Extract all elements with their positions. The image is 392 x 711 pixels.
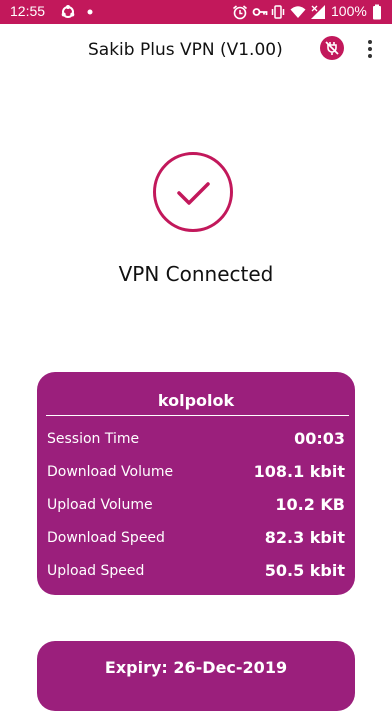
stat-value: 82.3 kbit xyxy=(264,528,345,547)
stat-label: Upload Volume xyxy=(47,497,153,513)
disconnect-icon xyxy=(325,41,339,55)
server-name: kolpolok xyxy=(157,391,235,410)
stat-value: 108.1 kbit xyxy=(253,462,345,481)
vpn-key-icon xyxy=(252,8,268,16)
connection-status: VPN Connected xyxy=(118,262,274,286)
expiry-card: Expiry: 26-Dec-2019 xyxy=(37,641,355,711)
dot-icon xyxy=(87,9,93,15)
stat-label: Download Speed xyxy=(47,530,165,546)
wifi-icon xyxy=(290,6,306,18)
more-vert-icon xyxy=(368,40,372,44)
stat-value: 50.5 kbit xyxy=(264,561,345,580)
signal-icon xyxy=(311,5,325,19)
checkmark-icon xyxy=(177,182,210,205)
session-stats-card: kolpolok Session Time 00:03 Download Vol… xyxy=(37,372,355,595)
expiry-date: Expiry: 26-Dec-2019 xyxy=(104,658,288,677)
stat-value: 10.2 KB xyxy=(275,495,345,514)
status-bar: 12:55 100% xyxy=(0,0,392,24)
stat-label: Upload Speed xyxy=(47,563,145,579)
app-title: Sakib Plus VPN (V1.00) xyxy=(88,40,283,60)
vibrate-icon xyxy=(271,5,285,19)
alarm-icon xyxy=(232,5,248,20)
toolbar: Sakib Plus VPN (V1.00) xyxy=(0,24,392,80)
sync-icon xyxy=(61,5,75,18)
stat-label: Download Volume xyxy=(47,464,174,480)
battery-icon xyxy=(373,4,381,20)
connected-indicator xyxy=(153,152,233,232)
stat-label: Session Time xyxy=(47,431,140,447)
status-time: 12:55 xyxy=(10,3,46,19)
battery-percent: 100% xyxy=(331,3,367,19)
more-options-button[interactable] xyxy=(364,38,376,60)
disconnect-button[interactable] xyxy=(320,36,344,60)
stat-value: 00:03 xyxy=(294,429,345,448)
divider xyxy=(46,415,349,416)
